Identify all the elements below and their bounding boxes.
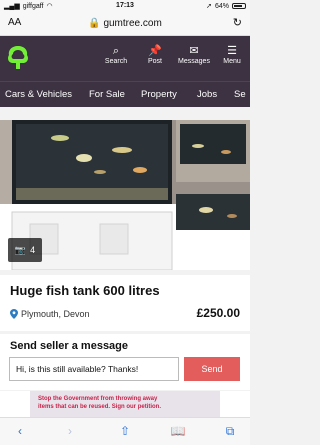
browser-toolbar: ‹ › ⇧ 📖 ⧉ (0, 417, 250, 445)
listing-location: Plymouth, Devon (10, 309, 90, 319)
camera-icon: 📷 (14, 244, 27, 255)
location-text: Plymouth, Devon (21, 309, 90, 319)
location-icon: ➚ (206, 3, 212, 10)
gumtree-logo[interactable] (6, 45, 30, 71)
status-bar: ▂▄▆ giffgaff ◠ 17:13 ➚ 64% (0, 0, 250, 12)
browser-address-bar: AA 🔒 gumtree.com ↻ (0, 12, 250, 36)
listing-price: £250.00 (196, 306, 240, 320)
forward-icon[interactable]: › (60, 424, 80, 438)
send-button[interactable]: Send (184, 357, 240, 381)
back-icon[interactable]: ‹ (10, 424, 30, 438)
hamburger-icon: ☰ (227, 45, 237, 57)
post-button[interactable]: 📌 Post (136, 44, 174, 65)
category-jobs[interactable]: Jobs (197, 89, 217, 100)
category-more[interactable]: Se (234, 89, 246, 100)
category-bar: Cars & Vehicles For Sale Property Jobs S… (0, 81, 250, 107)
search-label: Search (104, 58, 128, 65)
banner-text: Stop the Government from throwing away i… (38, 396, 162, 410)
pin-icon: 📌 (148, 45, 162, 57)
listing-summary: Huge fish tank 600 litres Plymouth, Devo… (0, 275, 250, 331)
menu-button[interactable]: ☰ Menu (213, 44, 251, 65)
site-header: ⌕ Search 📌 Post ✉ Messages ☰ Menu (0, 36, 250, 81)
envelope-icon: ✉ (189, 45, 199, 57)
reload-icon[interactable]: ↻ (233, 16, 242, 29)
listing-title: Huge fish tank 600 litres (10, 283, 160, 298)
messages-button[interactable]: ✉ Messages (175, 44, 213, 65)
tabs-icon[interactable]: ⧉ (220, 424, 240, 439)
contact-seller-panel: Send seller a message Send (0, 334, 250, 390)
battery-icon (232, 3, 246, 9)
category-for-sale[interactable]: For Sale (89, 89, 125, 100)
post-label: Post (147, 58, 162, 65)
message-input[interactable] (9, 357, 179, 381)
photo-count-badge[interactable]: 📷 4 (8, 238, 42, 262)
messages-label: Messages (178, 58, 210, 65)
petition-banner[interactable]: Stop the Government from throwing away i… (0, 391, 250, 417)
photo-count-label: 4 (30, 245, 36, 255)
bookmarks-icon[interactable]: 📖 (168, 424, 188, 438)
search-icon: ⌕ (112, 45, 120, 57)
category-property[interactable]: Property (141, 89, 177, 100)
menu-label: Menu (223, 58, 241, 65)
search-button[interactable]: ⌕ Search (97, 44, 135, 65)
url-text: gumtree.com (103, 18, 162, 29)
battery-label: 64% (214, 2, 229, 10)
seller-heading: Send seller a message (10, 340, 129, 352)
location-pin-icon (10, 309, 18, 319)
share-icon[interactable]: ⇧ (115, 424, 135, 438)
lock-icon: 🔒 (88, 18, 101, 29)
url-field[interactable]: 🔒 gumtree.com (0, 18, 250, 29)
category-cars-vehicles[interactable]: Cars & Vehicles (5, 89, 72, 100)
